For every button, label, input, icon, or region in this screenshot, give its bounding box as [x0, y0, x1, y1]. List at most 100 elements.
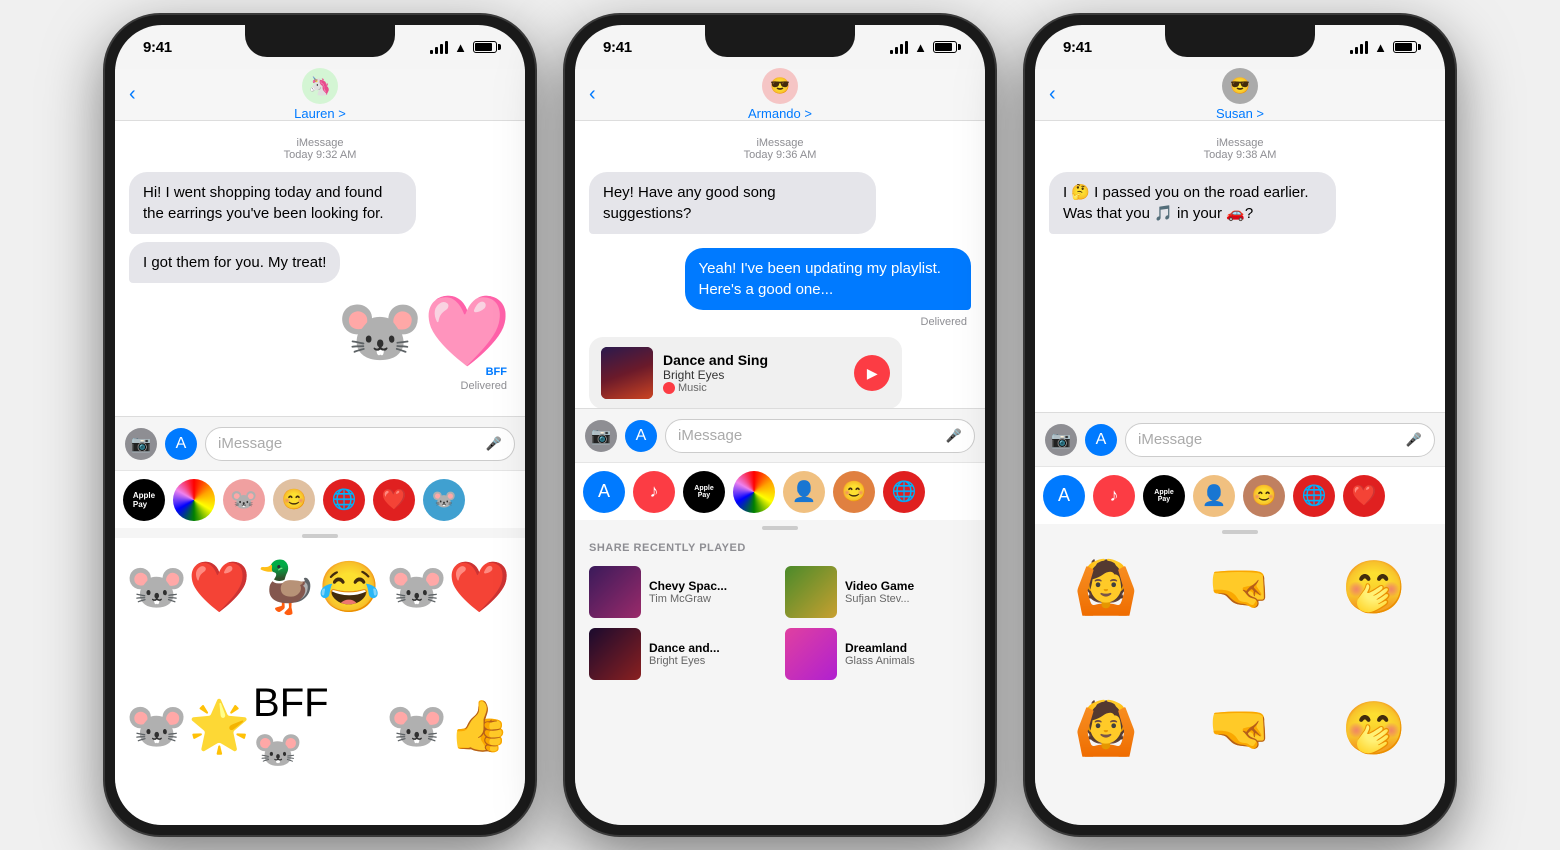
share-item-1[interactable]: Chevy Spac... Tim McGraw — [589, 566, 775, 618]
camera-button-1[interactable]: 📷 — [125, 428, 157, 460]
tray-globe-2[interactable]: 🌐 — [883, 471, 925, 513]
bubble-received-1: Hi! I went shopping today and found the … — [129, 172, 416, 234]
music-artist: Bright Eyes — [663, 368, 844, 382]
nav-bar-3: ‹ 😎 Susan > — [1035, 69, 1445, 121]
tray-extra-1[interactable]: 🐭 — [423, 479, 465, 521]
tray-avatar3[interactable]: 👤 — [1193, 475, 1235, 517]
share-info-2: Video Game Sufjan Stev... — [845, 579, 914, 605]
bff-sticker: 🐭🩷 — [337, 296, 511, 366]
status-icons-1: ▲ — [430, 40, 497, 55]
sticker-1[interactable]: 🐭❤️ — [123, 542, 253, 632]
signal-icon-2 — [890, 41, 908, 54]
tray-avatar2-2[interactable]: 👤 — [783, 471, 825, 513]
tray-rainbow-1[interactable] — [173, 479, 215, 521]
tray-appstore-3[interactable]: A — [1043, 475, 1085, 517]
appstore-button-1[interactable]: A — [165, 428, 197, 460]
camera-button-2[interactable]: 📷 — [585, 420, 617, 452]
tray-heart-3[interactable]: ❤️ — [1343, 475, 1385, 517]
share-grid: Chevy Spac... Tim McGraw Video Game Sufj… — [589, 566, 971, 680]
phone-screen-3: 9:41 ▲ ‹ — [1035, 25, 1445, 825]
nav-bar-2: ‹ 😎 Armando > — [575, 69, 985, 121]
tray-applepay-2[interactable]: ApplePay — [683, 471, 725, 513]
message-input-1[interactable]: iMessage 🎤 — [205, 427, 515, 461]
tray-emoji-2[interactable]: 😊 — [833, 471, 875, 513]
phone-screen-2: 9:41 ▲ ‹ — [575, 25, 985, 825]
notch-3 — [1165, 25, 1315, 57]
memoji-2[interactable]: 🤜 — [1177, 542, 1303, 632]
tray-appstore-2[interactable]: A — [583, 471, 625, 513]
input-bar-2: 📷 A iMessage 🎤 — [575, 408, 985, 462]
camera-button-3[interactable]: 📷 — [1045, 424, 1077, 456]
memoji-3[interactable]: 🤭 — [1311, 542, 1437, 632]
input-bar-1: 📷 A iMessage 🎤 — [115, 416, 525, 470]
sticker-area: 🐭🩷 BFF Delivered — [129, 296, 511, 394]
music-title: Dance and Sing — [663, 352, 844, 368]
nav-bar-1: ‹ 🦄 Lauren > — [115, 69, 525, 121]
mic-icon-3: 🎤 — [1406, 432, 1422, 448]
sticker-2[interactable]: 🦆😂 — [253, 542, 383, 632]
tray-applepay-1[interactable]: ApplePay — [123, 479, 165, 521]
bff-label: BFF — [486, 366, 507, 378]
appstore-button-3[interactable]: A — [1085, 424, 1117, 456]
share-item-3[interactable]: Dance and... Bright Eyes — [589, 628, 775, 680]
memoji-6[interactable]: 🤭 — [1311, 684, 1437, 774]
imessage-label-2: iMessage Today 9:36 AM — [589, 137, 971, 161]
imessage-label-1: iMessage Today 9:32 AM — [129, 137, 511, 161]
sticker-5[interactable]: BFF 🐭 — [253, 682, 383, 772]
input-placeholder-3: iMessage — [1138, 431, 1202, 448]
share-info-3: Dance and... Bright Eyes — [649, 641, 720, 667]
share-section: SHARE RECENTLY PLAYED Chevy Spac... Tim … — [575, 530, 985, 825]
tray-emoji-1[interactable]: 😊 — [273, 479, 315, 521]
appstore-button-2[interactable]: A — [625, 420, 657, 452]
phone-screen-1: 9:41 ▲ ‹ — [115, 25, 525, 825]
back-button-3[interactable]: ‹ — [1049, 83, 1056, 106]
back-button-2[interactable]: ‹ — [589, 83, 596, 106]
contact-info-3[interactable]: 😎 Susan > — [1216, 68, 1264, 121]
input-placeholder-1: iMessage — [218, 435, 282, 452]
signal-icon-3 — [1350, 41, 1368, 54]
status-icons-3: ▲ — [1350, 40, 1417, 55]
tray-rainbow-2[interactable] — [733, 471, 775, 513]
tray-globe-3[interactable]: 🌐 — [1293, 475, 1335, 517]
tray-globe-1[interactable]: 🌐 — [323, 479, 365, 521]
contact-name-3: Susan > — [1216, 106, 1264, 121]
sticker-4[interactable]: 🐭🌟 — [123, 682, 253, 772]
share-album-dreamland — [785, 628, 837, 680]
tray-heart-1[interactable]: ❤️ — [373, 479, 415, 521]
battery-icon-2 — [933, 41, 957, 53]
tray-music-3[interactable]: ♪ — [1093, 475, 1135, 517]
wifi-icon-1: ▲ — [454, 40, 467, 55]
memoji-5[interactable]: 🤜 — [1177, 684, 1303, 774]
memoji-1[interactable]: 🙆 — [1043, 542, 1169, 632]
share-item-2[interactable]: Video Game Sufjan Stev... — [785, 566, 971, 618]
memoji-grid: 🙆 🤜 🤭 🙆 🤜 🤭 — [1035, 534, 1445, 825]
music-card[interactable]: Dance and Sing Bright Eyes Music ▶ — [589, 337, 902, 408]
phone-susan: 9:41 ▲ ‹ — [1025, 15, 1455, 835]
apple-music-icon — [663, 382, 675, 394]
memoji-4[interactable]: 🙆 — [1043, 684, 1169, 774]
share-album-dance — [589, 628, 641, 680]
sticker-6[interactable]: 🐭👍 — [383, 682, 513, 772]
play-button[interactable]: ▶ — [854, 355, 890, 391]
message-input-3[interactable]: iMessage 🎤 — [1125, 423, 1435, 457]
tray-emoji-3[interactable]: 😊 — [1243, 475, 1285, 517]
sticker-3[interactable]: 🐭❤️ — [383, 542, 513, 632]
tray-music-2[interactable]: ♪ — [633, 471, 675, 513]
contact-info-1[interactable]: 🦄 Lauren > — [294, 68, 346, 121]
delivered-label-2: Delivered — [593, 316, 967, 328]
app-tray-1: ApplePay 🐭 😊 🌐 ❤️ 🐭 — [115, 470, 525, 528]
back-button-1[interactable]: ‹ — [129, 83, 136, 106]
back-chevron-1: ‹ — [129, 83, 136, 106]
share-item-4[interactable]: Dreamland Glass Animals — [785, 628, 971, 680]
message-row-susan: I 🤔 I passed you on the road earlier. Wa… — [1049, 168, 1431, 238]
messages-area-3: iMessage Today 9:38 AM I 🤔 I passed you … — [1035, 121, 1445, 412]
app-tray-3: A ♪ ApplePay 👤 😊 🌐 ❤️ — [1035, 466, 1445, 524]
message-row-2: Hey! Have any good song suggestions? — [589, 168, 971, 238]
contact-info-2[interactable]: 😎 Armando > — [748, 68, 812, 121]
contact-name-2: Armando > — [748, 106, 812, 121]
input-bar-3: 📷 A iMessage 🎤 — [1035, 412, 1445, 466]
avatar-armando: 😎 — [762, 68, 798, 104]
tray-mickey-1[interactable]: 🐭 — [223, 479, 265, 521]
tray-applepay-3[interactable]: ApplePay — [1143, 475, 1185, 517]
message-input-2[interactable]: iMessage 🎤 — [665, 419, 975, 453]
